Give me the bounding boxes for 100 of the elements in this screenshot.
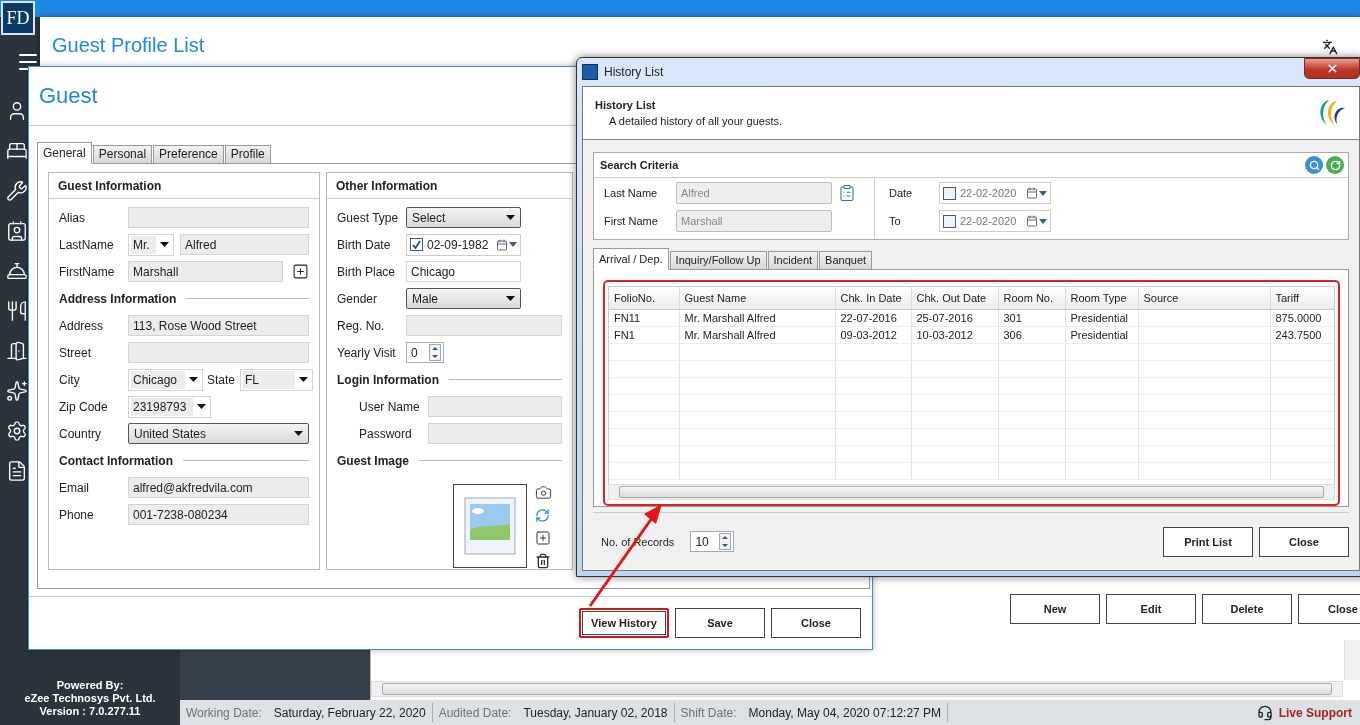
column-header[interactable]: Guest Name [679,287,835,310]
lookup-icon[interactable] [838,184,856,202]
tab[interactable]: Inquiry/Follow Up [669,251,767,270]
text-field[interactable] [406,315,562,336]
date-picker[interactable]: 22-02-2020 [939,210,1051,232]
sidebar-icon[interactable] [6,460,28,482]
checkbox[interactable] [943,186,956,200]
action-button[interactable]: New [1010,594,1100,624]
refresh-icon[interactable] [535,508,550,523]
vertical-scrollbar[interactable] [1344,640,1360,680]
text-field[interactable]: Alfred [180,234,309,255]
dropdown[interactable]: United States [128,423,309,444]
text-field[interactable]: alfred@akfredvila.com [128,477,309,498]
translate-icon[interactable] [1322,39,1338,55]
sidebar-icon[interactable] [6,420,28,442]
tab[interactable]: Preference [153,145,224,164]
column-header[interactable]: FolioNo. [609,287,679,310]
field-label: Country [59,426,103,441]
dropdown[interactable]: Chicago [128,368,203,391]
text-field[interactable] [428,423,562,444]
header-title: History List [595,99,657,111]
tab[interactable]: General [37,142,92,164]
action-button[interactable]: Edit [1106,594,1196,624]
camera-icon[interactable] [535,484,552,501]
horizontal-scrollbar[interactable] [608,484,1335,500]
headset-icon[interactable] [1256,704,1273,721]
tab[interactable]: Incident [767,251,819,270]
delete-icon[interactable] [535,553,551,569]
column-header[interactable]: Source [1138,287,1270,310]
search-icon[interactable] [1305,156,1323,174]
action-button[interactable]: Print List [1163,526,1253,557]
tab[interactable]: Personal [92,145,153,164]
spin-box[interactable]: 10 [690,531,735,552]
column-header[interactable]: Tariff [1270,287,1334,310]
calendar-icon[interactable] [1026,215,1047,227]
refresh-icon[interactable] [1326,156,1344,174]
column-header[interactable]: Chk. Out Date [911,287,998,310]
action-button[interactable]: Close [1259,526,1349,557]
status-value: Tuesday, January 02, 2018 [523,705,668,720]
dropdown-arrow-icon [160,242,169,247]
text-field[interactable] [128,342,309,363]
dropdown[interactable]: Select [406,207,521,228]
sidebar-icon[interactable] [6,220,28,242]
text-field[interactable]: 001-7238-080234 [128,504,309,525]
field-label: Guest Type [337,210,400,225]
column-header[interactable]: Chk. In Date [835,287,911,310]
field-label: Email [59,480,90,495]
calendar-icon[interactable] [1026,187,1047,199]
text-field[interactable]: Marshall [128,261,283,282]
sidebar-icon[interactable] [6,300,28,322]
table-cell: FN1 [609,326,679,344]
add-icon[interactable] [535,530,551,546]
close-button[interactable] [1304,58,1360,79]
text-field[interactable] [128,207,309,228]
dropdown[interactable]: Male [406,288,521,309]
text-field[interactable] [428,396,562,417]
footer-text: eZee Technosys Pvt. Ltd. [23,692,157,705]
sidebar-icon[interactable] [6,180,28,202]
date-picker[interactable]: 02-09-1982 [406,233,521,256]
checkbox[interactable] [410,238,423,251]
dropdown-arrow-icon [189,377,198,382]
section-heading: Guest Image [337,453,410,468]
spin-arrows-icon[interactable] [719,533,732,550]
field-label: Last Name [604,187,659,199]
section-heading: Address Information [59,291,177,306]
table-cell: Mr. Marshall Alfred [679,309,835,327]
group-title: Other Information [336,178,438,193]
text-field[interactable]: 113, Rose Wood Street [128,315,309,336]
horizontal-scrollbar[interactable] [371,681,1343,697]
dropdown[interactable]: 23198793 [128,395,211,418]
action-button[interactable]: Delete [1202,594,1292,624]
add-icon[interactable] [292,263,309,280]
action-button[interactable]: View History [579,608,669,638]
sidebar-icon[interactable] [6,380,28,402]
action-button[interactable]: Save [675,608,765,638]
field-label: FirstName [59,264,116,279]
sidebar-icon[interactable] [6,140,28,162]
column-header[interactable]: Room No. [998,287,1065,310]
action-button[interactable]: Close [771,608,861,638]
sidebar-icon[interactable] [6,340,28,362]
action-button[interactable]: Close [1298,594,1360,624]
sidebar-icon[interactable] [6,260,28,282]
field-label: User Name [358,399,421,414]
section-heading: Contact Information [59,453,173,468]
date-picker[interactable]: 22-02-2020 [939,182,1051,204]
text-field[interactable]: Chicago [406,261,521,282]
table-cell: 875.0000 [1270,309,1334,327]
tab[interactable]: Arrival / Dep. [593,248,669,270]
field-label: Yearly Visit [337,345,397,360]
tab[interactable]: Banquet [819,251,873,270]
spin-arrows-icon[interactable] [429,344,441,361]
checkbox[interactable] [943,214,956,228]
spin-box[interactable]: 0 [406,342,444,363]
salutation-dropdown[interactable]: Mr. [128,233,174,256]
field-label: Phone [59,507,95,522]
live-support-link[interactable]: Live Support [1278,705,1352,720]
tab[interactable]: Profile [224,145,271,164]
dropdown[interactable]: FL [240,368,313,391]
calendar-icon[interactable] [496,238,517,251]
column-header[interactable]: Room Type [1065,287,1138,310]
